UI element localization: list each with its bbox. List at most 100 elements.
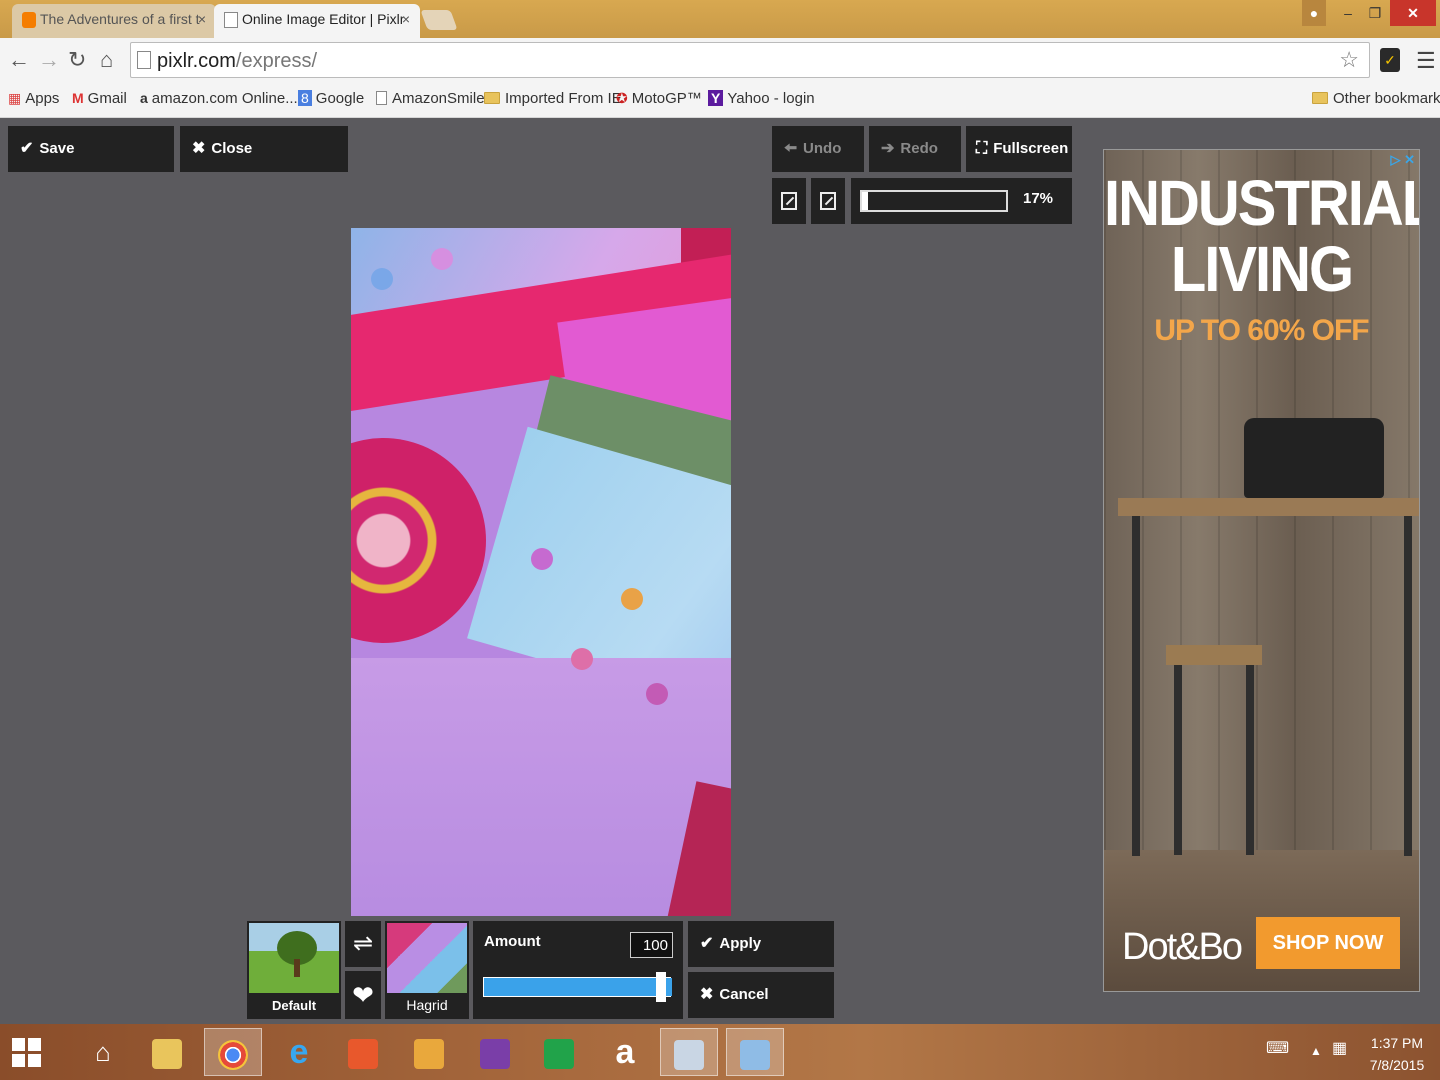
- checkmark-icon: ✔: [700, 935, 714, 952]
- zoom-slider[interactable]: [860, 190, 1008, 212]
- tab-close-icon[interactable]: ×: [198, 4, 206, 34]
- save-button[interactable]: ✔ Save: [8, 126, 174, 172]
- amount-slider[interactable]: [483, 977, 672, 997]
- forward-arrow-icon[interactable]: →: [38, 48, 60, 72]
- notes-app-icon[interactable]: [400, 1028, 458, 1076]
- stool-leg: [1174, 665, 1182, 855]
- tab-title: Online Image Editor | Pixlr: [242, 11, 405, 27]
- windows-taskbar: ⌂ e a ⌨ ▲ ▦: [0, 1024, 1440, 1080]
- cancel-button[interactable]: ✖ Cancel: [688, 972, 834, 1018]
- image-detail: [571, 648, 593, 670]
- tab-close-icon[interactable]: ×: [402, 4, 410, 34]
- new-tab-button[interactable]: [420, 10, 458, 30]
- effect-preview-thumbnail: [387, 923, 467, 993]
- image-detail: [371, 268, 393, 290]
- ad-brand-logo: Dot&Bo: [1122, 926, 1243, 968]
- canvas-image[interactable]: [351, 228, 731, 916]
- window-close-button[interactable]: ✕: [1390, 0, 1436, 26]
- minimize-button[interactable]: –: [1336, 0, 1360, 26]
- tab-pixlr[interactable]: Online Image Editor | Pixlr ×: [214, 4, 420, 38]
- bookmark-google[interactable]: 8 Google: [298, 90, 364, 107]
- reload-icon[interactable]: ↻: [68, 48, 86, 72]
- amazon-icon: a: [140, 90, 148, 106]
- amazon-app-icon[interactable]: a: [596, 1028, 654, 1076]
- action-center-icon[interactable]: ▦: [1332, 1038, 1347, 1058]
- amount-control: Amount 100: [473, 921, 683, 1019]
- shuffle-icon[interactable]: ⇌: [345, 921, 381, 967]
- bookmark-star-icon[interactable]: ☆: [1339, 47, 1359, 73]
- undo-button[interactable]: 🠨 Undo: [772, 126, 864, 172]
- zoom-percentage: 17%: [1023, 190, 1054, 207]
- extension-icon[interactable]: ✓: [1380, 48, 1400, 72]
- desk-leg: [1132, 516, 1140, 856]
- stool-leg: [1246, 665, 1254, 855]
- page-icon: [376, 91, 387, 105]
- amount-label: Amount: [484, 933, 541, 950]
- heart-icon[interactable]: ❤: [345, 971, 381, 1019]
- shop-now-button[interactable]: SHOP NOW: [1256, 917, 1400, 969]
- stool-image: [1166, 645, 1262, 665]
- expand-icon: [820, 192, 836, 210]
- bookmark-imported-from-ie[interactable]: Imported From IE: [484, 90, 622, 107]
- gmail-icon: M: [72, 90, 84, 106]
- shrink-icon: [781, 192, 797, 210]
- home-icon[interactable]: ⌂: [74, 1028, 132, 1076]
- tab-title: The Adventures of a first t: [40, 11, 200, 27]
- chrome-icon[interactable]: [204, 1028, 262, 1076]
- bookmark-amazon[interactable]: a amazon.com Online...: [140, 90, 298, 107]
- tree-thumbnail: [249, 923, 339, 993]
- home-icon[interactable]: ⌂: [100, 48, 113, 72]
- back-arrow-icon[interactable]: ←: [8, 48, 30, 72]
- user-profile-icon[interactable]: ●: [1302, 0, 1326, 26]
- maximize-button[interactable]: ❐: [1362, 0, 1388, 26]
- windows-store-icon[interactable]: [530, 1028, 588, 1076]
- checkmark-icon: ✔: [20, 140, 34, 157]
- bookmark-yahoo[interactable]: Y Yahoo - login: [708, 90, 815, 107]
- bookmark-gmail[interactable]: M Gmail: [72, 90, 127, 107]
- photo-app-icon[interactable]: [334, 1028, 392, 1076]
- redo-button[interactable]: ➔ Redo: [869, 126, 961, 172]
- amount-value-field[interactable]: 100: [630, 932, 673, 958]
- zoom-fit-button[interactable]: [811, 178, 845, 224]
- bookmark-amazonsmile[interactable]: AmazonSmile: [376, 90, 485, 107]
- zoom-control: 17%: [851, 178, 1072, 224]
- internet-explorer-icon[interactable]: e: [270, 1028, 328, 1076]
- browser-menu-icon[interactable]: ☰: [1416, 48, 1436, 74]
- google-icon: 8: [298, 90, 312, 106]
- bookmark-other[interactable]: Other bookmarks: [1312, 90, 1440, 107]
- effect-thumb-hagrid[interactable]: Hagrid: [385, 921, 469, 1019]
- onenote-icon[interactable]: [466, 1028, 524, 1076]
- windows-start-icon[interactable]: [12, 1038, 42, 1068]
- fullscreen-button[interactable]: ⛶ Fullscreen: [966, 126, 1072, 172]
- zoom-slider-fill: [862, 192, 868, 210]
- close-button[interactable]: ✖ Close: [180, 126, 348, 172]
- bookmark-apps[interactable]: ▦ Apps: [8, 90, 59, 107]
- bookmark-motogp[interactable]: ✪ MotoGP™: [616, 90, 702, 107]
- tab-blogger[interactable]: The Adventures of a first t ×: [12, 4, 216, 38]
- effect-label: Default: [271, 998, 317, 1013]
- monitor-app-icon[interactable]: [660, 1028, 718, 1076]
- file-explorer-icon[interactable]: [138, 1028, 196, 1076]
- image-detail: [531, 548, 553, 570]
- undo-arrow-icon: 🠨: [784, 140, 798, 157]
- taskbar-clock[interactable]: 1:37 PM 7/8/2015: [1362, 1032, 1432, 1076]
- advertisement[interactable]: ▷ ✕ INDUSTRIAL LIVING UP TO 60% OFF Dot&…: [1103, 149, 1420, 992]
- apply-button[interactable]: ✔ Apply: [688, 921, 834, 967]
- clock-date: 7/8/2015: [1369, 1057, 1425, 1073]
- yahoo-icon: Y: [708, 90, 724, 106]
- amount-slider-handle[interactable]: [656, 972, 666, 1002]
- adchoices-icon[interactable]: ▷ ✕: [1390, 152, 1415, 168]
- folder-icon: [1312, 92, 1328, 104]
- paint-app-icon[interactable]: [726, 1028, 784, 1076]
- address-bar[interactable]: pixlr.com/express/ ☆: [130, 42, 1370, 78]
- redo-arrow-icon: ➔: [881, 140, 895, 157]
- ad-offer: UP TO 60% OFF: [1154, 314, 1369, 347]
- effect-thumb-default[interactable]: Default: [247, 921, 341, 1019]
- keyboard-icon[interactable]: ⌨: [1266, 1038, 1289, 1058]
- browser-title-bar: The Adventures of a first t × Online Ima…: [0, 0, 1440, 38]
- zoom-out-button[interactable]: [772, 178, 806, 224]
- folder-icon: [484, 92, 500, 104]
- bookmarks-bar: ▦ Apps M Gmail a amazon.com Online... 8 Goog…: [0, 82, 1440, 118]
- tray-expand-icon[interactable]: ▲: [1310, 1044, 1322, 1058]
- page-info-icon[interactable]: [137, 51, 151, 69]
